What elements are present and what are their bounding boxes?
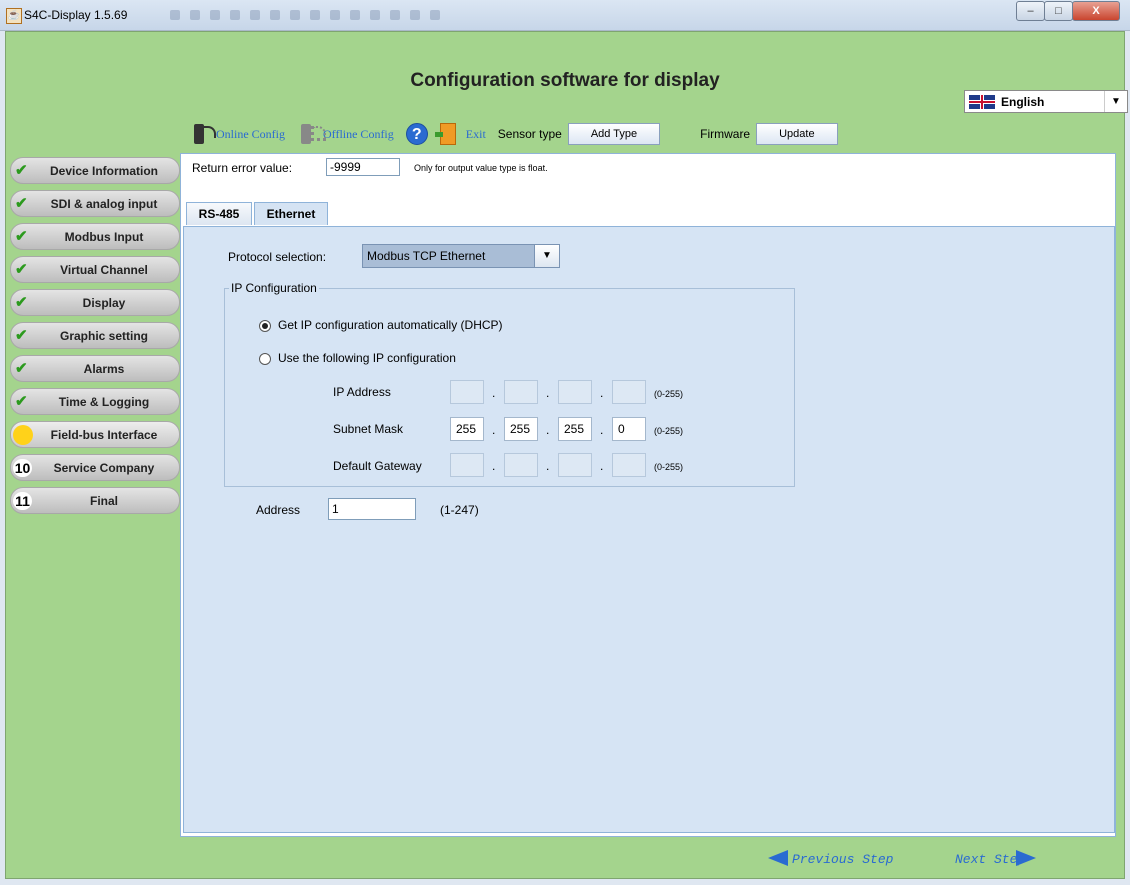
subnet-mask-range-hint: (0-255) [654, 426, 684, 436]
ip-address-octet-2[interactable] [504, 380, 538, 404]
sidebar-item-time-logging[interactable]: ✔ Time & Logging [10, 388, 180, 415]
plug-disconnected-icon[interactable] [297, 123, 326, 145]
arrow-left-icon[interactable] [768, 850, 788, 866]
address-label: Address [256, 503, 301, 517]
gateway-range-hint: (0-255) [654, 462, 684, 472]
language-select[interactable]: English ▼ [964, 90, 1128, 113]
checkmark-icon: ✔ [15, 360, 28, 377]
window-title: S4C-Display 1.5.69 [24, 8, 128, 22]
dhcp-option-label[interactable]: Get IP configuration automatically (DHCP… [278, 318, 503, 332]
java-cup-icon: ☕ [6, 8, 22, 24]
chevron-down-icon[interactable]: ▼ [534, 245, 559, 267]
octet-separator: . [600, 423, 604, 437]
static-ip-option-label[interactable]: Use the following IP configuration [278, 351, 456, 365]
sidebar-item-display[interactable]: ✔ Display [10, 289, 180, 316]
ip-address-octet-1[interactable] [450, 380, 484, 404]
online-config-link[interactable]: Online Config [216, 127, 285, 142]
offline-config-link[interactable]: Offline Config [323, 127, 394, 142]
ip-address-range-hint: (0-255) [654, 389, 684, 399]
add-type-button[interactable]: Add Type [567, 123, 661, 145]
return-error-note: Only for output value type is float. [414, 163, 548, 173]
protocol-select[interactable]: Modbus TCP Ethernet ▼ [362, 244, 560, 268]
checkmark-icon: ✔ [15, 228, 28, 245]
octet-separator: . [492, 386, 496, 400]
octet-separator: . [546, 386, 550, 400]
previous-step-link[interactable]: Previous Step [792, 852, 893, 867]
sidebar-item-service-company[interactable]: 10 Service Company [10, 454, 180, 481]
sidebar-item-modbus-input[interactable]: ✔ Modbus Input [10, 223, 180, 250]
octet-separator: . [600, 459, 604, 473]
exit-door-icon[interactable] [434, 123, 462, 145]
minimize-button[interactable]: – [1016, 1, 1045, 21]
ip-address-octet-3[interactable] [558, 380, 592, 404]
window-titlebar: ☕ S4C-Display 1.5.69 – □ X [0, 0, 1130, 31]
gateway-octet-3[interactable] [558, 453, 592, 477]
sidebar-item-sdi-analog-input[interactable]: ✔ SDI & analog input [10, 190, 180, 217]
sidebar-item-virtual-channel[interactable]: ✔ Virtual Channel [10, 256, 180, 283]
return-error-label: Return error value: [192, 161, 293, 175]
subnet-mask-octet-4[interactable]: 0 [612, 417, 646, 441]
sidebar-item-device-information[interactable]: ✔ Device Information [10, 157, 180, 184]
gateway-label: Default Gateway [333, 459, 422, 473]
sidebar-item-graphic-setting[interactable]: ✔ Graphic setting [10, 322, 180, 349]
sensor-type-label: Sensor type [497, 127, 562, 141]
sidebar-item-final[interactable]: 11 Final [10, 487, 180, 514]
octet-separator: . [492, 423, 496, 437]
subnet-mask-octet-1[interactable]: 255 [450, 417, 484, 441]
ip-address-octet-4[interactable] [612, 380, 646, 404]
return-error-input[interactable]: -9999 [326, 158, 400, 176]
octet-separator: . [492, 459, 496, 473]
step-number-badge: 11 [13, 492, 32, 510]
gateway-octet-1[interactable] [450, 453, 484, 477]
page-title: Configuration software for display [410, 70, 720, 91]
dhcp-radio[interactable] [259, 320, 271, 332]
update-button[interactable]: Update [756, 123, 838, 145]
chevron-down-icon[interactable]: ▼ [1104, 91, 1127, 112]
language-selected: English [1001, 95, 1045, 109]
window-controls: – □ X [1016, 1, 1120, 21]
subnet-mask-octet-3[interactable]: 255 [558, 417, 592, 441]
protocol-value: Modbus TCP Ethernet [367, 249, 486, 263]
toolbar: Online Config Offline Config ? Exit Sens… [190, 120, 878, 148]
sidebar-item-alarms[interactable]: ✔ Alarms [10, 355, 180, 382]
uk-flag-icon [969, 95, 995, 109]
gateway-octet-2[interactable] [504, 453, 538, 477]
octet-separator: . [600, 386, 604, 400]
protocol-label: Protocol selection: [228, 250, 327, 264]
firmware-label: Firmware [700, 127, 751, 141]
address-input[interactable]: 1 [328, 498, 416, 520]
tab-rs485[interactable]: RS-485 [186, 202, 252, 225]
background-toolbar-ghost [170, 10, 450, 22]
static-ip-radio[interactable] [259, 353, 271, 365]
checkmark-icon: ✔ [15, 327, 28, 344]
close-button[interactable]: X [1072, 1, 1120, 21]
octet-separator: . [546, 423, 550, 437]
octet-separator: . [546, 459, 550, 473]
ip-configuration-legend: IP Configuration [229, 281, 319, 295]
current-step-dot-icon [13, 425, 33, 445]
help-icon[interactable]: ? [405, 123, 428, 145]
gateway-octet-4[interactable] [612, 453, 646, 477]
maximize-button[interactable]: □ [1044, 1, 1073, 21]
checkmark-icon: ✔ [15, 294, 28, 311]
checkmark-icon: ✔ [15, 393, 28, 410]
exit-link[interactable]: Exit [466, 127, 486, 142]
subnet-mask-label: Subnet Mask [333, 422, 404, 436]
checkmark-icon: ✔ [15, 261, 28, 278]
checkmark-icon: ✔ [15, 195, 28, 212]
step-number-badge: 10 [13, 459, 32, 477]
address-range-hint: (1-247) [440, 503, 479, 517]
checkmark-icon: ✔ [15, 162, 28, 179]
plug-icon[interactable] [190, 123, 216, 145]
next-step-link[interactable]: Next Step [955, 852, 1025, 867]
sidebar-item-field-bus-interface[interactable]: Field-bus Interface [10, 421, 180, 448]
tab-ethernet[interactable]: Ethernet [254, 202, 328, 225]
subnet-mask-octet-2[interactable]: 255 [504, 417, 538, 441]
ip-address-label: IP Address [333, 385, 391, 399]
arrow-right-icon[interactable] [1016, 850, 1036, 866]
